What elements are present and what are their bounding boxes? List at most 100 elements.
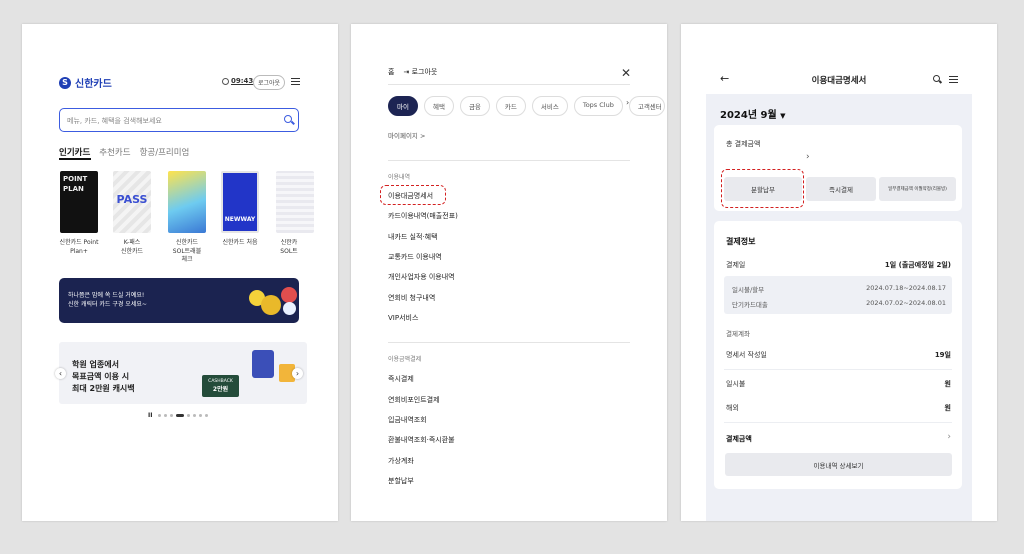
chip-finance[interactable]: 금융 [459, 96, 490, 116]
menu-item-installment[interactable]: 분할납부 [388, 476, 414, 486]
search-icon[interactable] [933, 75, 940, 82]
session-time: 09:43 [231, 77, 254, 85]
pagination-dot[interactable] [158, 414, 162, 417]
shinhan-logo[interactable]: S 신한카드 [59, 75, 112, 90]
payment-info-title: 결제정보 [726, 237, 756, 246]
card-caption[interactable]: 신한카드 SOL트래블 체크 [157, 239, 217, 265]
hamburger-menu-icon[interactable] [949, 76, 958, 83]
revolving-button[interactable]: 일부결제금액 이월약정(리볼빙) [879, 177, 956, 201]
logo-text: 신한카드 [75, 79, 112, 90]
search-icon[interactable] [284, 115, 292, 123]
divider [724, 422, 952, 423]
menu-item-transit[interactable]: 교통카드 이용내역 [388, 252, 442, 262]
pay-day-value: 1일 (출금예정일 2일) [884, 261, 951, 269]
card-illustration [252, 350, 274, 378]
card-image-sol-travel[interactable] [168, 171, 206, 233]
chip-benefit[interactable]: 혜택 [423, 96, 454, 116]
chevron-right-icon[interactable]: › [947, 432, 951, 442]
chip-customer-center[interactable]: 고객센터 [628, 96, 665, 116]
divider [724, 369, 952, 370]
menu-header: 홈 ⇥ 로그아웃 [388, 67, 437, 77]
logout-link[interactable]: ⇥ 로그아웃 [403, 67, 437, 77]
pagination-dot[interactable] [199, 414, 203, 417]
clock-icon [222, 77, 229, 85]
home-link[interactable]: 홈 [388, 67, 394, 77]
cashback-banner[interactable]: 학원 업종에서 목표금액 이용 시 최대 2만원 캐시백 [59, 342, 307, 404]
character-card-banner[interactable]: 하나쯤은 맘에 쏙 드실 거예요! 신한 캐릭터 카드 구경 오세요~ [59, 278, 299, 323]
divider [388, 342, 630, 343]
cashback-board: CASHBACK 2만원 [202, 375, 239, 397]
pause-icon[interactable]: II [148, 412, 152, 419]
session-timer: 09:43 [222, 77, 253, 85]
chip-service[interactable]: 서비스 [531, 96, 568, 116]
chevron-right-icon[interactable]: › [626, 98, 629, 107]
menu-item-performance[interactable]: 내카드 실적·혜택 [388, 232, 438, 242]
instant-pay-button[interactable]: 즉시결제 [806, 177, 876, 201]
tab-premium[interactable]: 항공/프리미엄 [140, 146, 190, 158]
close-icon[interactable]: ✕ [621, 66, 631, 80]
card-image-kpass[interactable]: PASS [113, 171, 151, 233]
search-placeholder: 메뉴, 카드, 혜택을 검색해보세요 [67, 117, 162, 125]
tab-recommended[interactable]: 추천카드 [99, 146, 130, 158]
banner-prev-button[interactable]: ‹ [55, 368, 66, 379]
card-image-point-plan[interactable]: POINT PLAN [60, 171, 98, 233]
chip-card[interactable]: 카드 [495, 96, 526, 116]
pagination-dot[interactable] [164, 414, 168, 417]
chip-my[interactable]: 마이 [388, 96, 418, 116]
menu-item-virtual-account[interactable]: 가상계좌 [388, 456, 414, 466]
banner-next-button[interactable]: › [292, 368, 303, 379]
card-image-sol-partial[interactable] [276, 171, 314, 233]
overseas-label: 해외 [726, 404, 739, 412]
banner-pagination: II [148, 412, 209, 419]
menu-item-card-usage[interactable]: 카드이용내역(매출전표) [388, 211, 458, 221]
payment-amount-label[interactable]: 결제금액 [726, 434, 752, 444]
logout-icon: ⇥ [403, 68, 410, 76]
menu-item-fee-point[interactable]: 연회비포인트결제 [388, 395, 440, 405]
menu-item-annual-fee[interactable]: 연회비 청구내역 [388, 293, 435, 303]
menu-item-instant-pay[interactable]: 즉시결제 [388, 374, 414, 384]
logout-button[interactable]: 로그아웃 [253, 75, 286, 90]
month-selector[interactable]: 2024년 9월 ▼ [720, 106, 786, 121]
hamburger-menu-icon[interactable] [291, 78, 300, 85]
caret-down-icon: ▼ [780, 112, 786, 120]
total-amount-label: 총 결제금액 [726, 140, 761, 148]
pagination-dot[interactable] [193, 414, 197, 417]
period-label: 일시불/할부 [732, 286, 765, 294]
card-caption[interactable]: K-패스 신한카드 [102, 239, 162, 256]
pagination-dot[interactable] [170, 414, 174, 417]
active-tab-indicator [59, 158, 91, 160]
divider [388, 160, 630, 161]
card-caption[interactable]: 신한카드 Point Plan+ [49, 239, 109, 256]
menu-item-statement[interactable]: 이용대금명세서 [388, 191, 433, 201]
statement-date-label: 명세서 작성일 [726, 351, 767, 359]
menu-item-deposit[interactable]: 입금내역조회 [388, 415, 427, 425]
menu-item-refund[interactable]: 환불내역조회·즉시환불 [388, 435, 455, 445]
chip-tops-club[interactable]: Tops Club [573, 96, 623, 116]
period-label: 단기카드대출 [732, 301, 768, 309]
usage-detail-button[interactable]: 이용내역 상세보기 [725, 453, 952, 476]
menu-item-vip[interactable]: VIP서비스 [388, 313, 418, 323]
shinhan-logo-icon: S [59, 76, 71, 89]
statement-date-value: 19일 [934, 351, 951, 359]
chevron-right-icon[interactable]: › [806, 152, 810, 162]
pagination-dot[interactable] [187, 414, 191, 417]
card-caption[interactable]: 신한카 SOL트 [269, 239, 309, 256]
mypage-link[interactable]: 마이페이지 > [388, 130, 425, 140]
overseas-value: 원 [944, 404, 951, 412]
card-caption[interactable]: 신한카드 처음 [210, 239, 270, 248]
highlight-annotation [721, 169, 804, 208]
menu-panel: 홈 ⇥ 로그아웃 ✕ 마이 혜택 금융 카드 서비스 Tops Club 고객센… [351, 24, 667, 521]
pagination-dot-active[interactable] [176, 414, 185, 417]
tab-popular[interactable]: 인기카드 [59, 146, 90, 158]
pay-day-label: 결제일 [726, 261, 746, 269]
period-value: 2024.07.02~2024.08.01 [866, 299, 946, 307]
section-label-usage: 이용내역 [388, 174, 411, 181]
menu-item-business[interactable]: 개인사업자용 이용내역 [388, 272, 455, 282]
period-box: 일시불/할부 2024.07.18~2024.08.17 단기카드대출 2024… [724, 276, 952, 314]
pagination-dot[interactable] [205, 414, 209, 417]
search-input[interactable]: 메뉴, 카드, 혜택을 검색해보세요 [59, 108, 299, 132]
period-value: 2024.07.18~2024.08.17 [866, 284, 946, 292]
card-image-first[interactable]: NEWWAY [221, 171, 259, 233]
home-screen-panel: S 신한카드 09:43 로그아웃 메뉴, 카드, 혜택을 검색해보세요 인기카… [22, 24, 338, 521]
banner-text: 하나쯤은 맘에 쏙 드실 거예요! 신한 캐릭터 카드 구경 오세요~ [68, 292, 147, 308]
